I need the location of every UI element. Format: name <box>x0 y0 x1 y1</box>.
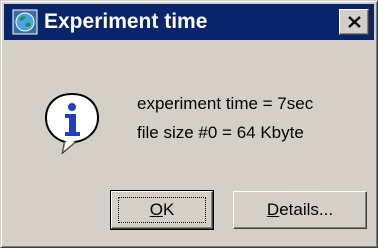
dialog-window: Experiment time experiment time = 7sec f… <box>0 0 378 248</box>
close-icon <box>348 16 361 28</box>
details-mnemonic: D <box>266 200 280 219</box>
details-label-rest: etails... <box>279 200 334 219</box>
app-globe-icon <box>12 9 38 35</box>
focus-rectangle <box>118 197 206 223</box>
message-line-filesize: file size #0 = 64 Kbyte <box>137 123 304 142</box>
ok-button[interactable]: OK <box>110 190 214 230</box>
close-button[interactable] <box>339 9 369 35</box>
details-button[interactable]: Details... <box>233 191 367 229</box>
info-icon <box>44 92 100 154</box>
message-line-time: experiment time = 7sec <box>137 94 314 113</box>
title-bar[interactable]: Experiment time <box>4 4 374 40</box>
window-title: Experiment time <box>44 10 208 33</box>
